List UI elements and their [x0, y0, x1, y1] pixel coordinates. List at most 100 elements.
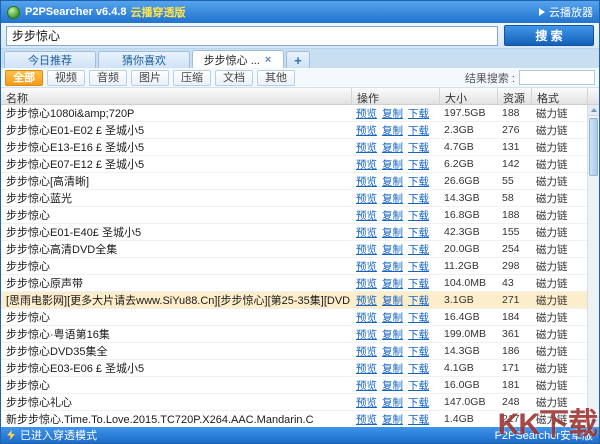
filter-button[interactable]: 压缩	[173, 70, 211, 86]
copy-link[interactable]: 复制	[382, 412, 403, 427]
preview-link[interactable]: 预览	[356, 276, 377, 291]
download-link[interactable]: 下载	[408, 395, 429, 410]
filter-button[interactable]: 视频	[47, 70, 85, 86]
tab[interactable]: 步步惊心 ... ×	[192, 50, 284, 68]
download-link[interactable]: 下载	[408, 361, 429, 376]
download-link[interactable]: 下载	[408, 140, 429, 155]
preview-link[interactable]: 预览	[356, 378, 377, 393]
table-row[interactable]: 步步惊心E01-E02 £ 圣城小5 预览 复制 下载 2.3GB 276 磁力…	[1, 122, 587, 139]
search-input[interactable]	[6, 26, 498, 46]
cloud-player-button[interactable]: 云播放器	[539, 4, 593, 20]
download-link[interactable]: 下载	[408, 157, 429, 172]
copy-link[interactable]: 复制	[382, 123, 403, 138]
copy-link[interactable]: 复制	[382, 191, 403, 206]
table-row[interactable]: 步步惊心礼心 预览 复制 下载 147.0GB 248 磁力链	[1, 394, 587, 411]
preview-link[interactable]: 预览	[356, 123, 377, 138]
copy-link[interactable]: 复制	[382, 174, 403, 189]
download-link[interactable]: 下载	[408, 106, 429, 121]
preview-link[interactable]: 预览	[356, 140, 377, 155]
scroll-down-arrow[interactable]	[588, 416, 599, 427]
preview-link[interactable]: 预览	[356, 174, 377, 189]
result-search-input[interactable]	[519, 70, 595, 85]
download-link[interactable]: 下载	[408, 208, 429, 223]
table-row[interactable]: 步步惊心 预览 复制 下载 16.4GB 184 磁力链	[1, 309, 587, 326]
table-row[interactable]: 步步惊心E07-E12 £ 圣城小5 预览 复制 下载 6.2GB 142 磁力…	[1, 156, 587, 173]
filter-button[interactable]: 音频	[89, 70, 127, 86]
header-resources[interactable]: 资源	[498, 88, 532, 104]
table-row[interactable]: 步步惊心·粤语第16集 预览 复制 下载 199.0MB 361 磁力链	[1, 326, 587, 343]
table-row[interactable]: [思雨电影网][更多大片请去www.SiYu88.Cn][步步惊心][第25-3…	[1, 292, 587, 309]
preview-link[interactable]: 预览	[356, 242, 377, 257]
download-link[interactable]: 下载	[408, 276, 429, 291]
preview-link[interactable]: 预览	[356, 259, 377, 274]
header-size[interactable]: 大小	[440, 88, 498, 104]
copy-link[interactable]: 复制	[382, 242, 403, 257]
scroll-thumb[interactable]	[589, 118, 598, 176]
table-row[interactable]: 步步惊心[高清晰] 预览 复制 下载 26.6GB 55 磁力链	[1, 173, 587, 190]
download-link[interactable]: 下载	[408, 191, 429, 206]
copy-link[interactable]: 复制	[382, 344, 403, 359]
preview-link[interactable]: 预览	[356, 412, 377, 427]
scroll-up-arrow[interactable]	[588, 105, 599, 116]
copy-link[interactable]: 复制	[382, 395, 403, 410]
copy-link[interactable]: 复制	[382, 310, 403, 325]
table-row[interactable]: 步步惊心E13-E16 £ 圣城小5 预览 复制 下载 4.7GB 131 磁力…	[1, 139, 587, 156]
download-link[interactable]: 下载	[408, 174, 429, 189]
copy-link[interactable]: 复制	[382, 140, 403, 155]
copy-link[interactable]: 复制	[382, 225, 403, 240]
vertical-scrollbar[interactable]	[587, 105, 599, 427]
filter-button[interactable]: 全部	[5, 70, 43, 86]
table-row[interactable]: 步步惊心DVD35集全 预览 复制 下载 14.3GB 186 磁力链	[1, 343, 587, 360]
header-actions[interactable]: 操作	[352, 88, 440, 104]
table-row[interactable]: 步步惊心蓝光 预览 复制 下载 14.3GB 58 磁力链	[1, 190, 587, 207]
header-name[interactable]: 名称	[1, 88, 352, 104]
filter-button[interactable]: 其他	[257, 70, 295, 86]
preview-link[interactable]: 预览	[356, 208, 377, 223]
preview-link[interactable]: 预览	[356, 344, 377, 359]
search-button[interactable]: 搜 索	[504, 25, 594, 46]
preview-link[interactable]: 预览	[356, 327, 377, 342]
copy-link[interactable]: 复制	[382, 259, 403, 274]
copy-link[interactable]: 复制	[382, 208, 403, 223]
preview-link[interactable]: 预览	[356, 106, 377, 121]
preview-link[interactable]: 预览	[356, 157, 377, 172]
table-row[interactable]: 步步惊心 预览 复制 下载 11.2GB 298 磁力链	[1, 258, 587, 275]
copy-link[interactable]: 复制	[382, 378, 403, 393]
table-row[interactable]: 步步惊心E01-E40£ 圣城小5 预览 复制 下载 42.3GB 155 磁力…	[1, 224, 587, 241]
copy-link[interactable]: 复制	[382, 361, 403, 376]
download-link[interactable]: 下载	[408, 242, 429, 257]
table-row[interactable]: 步步惊心高清DVD全集 预览 复制 下载 20.0GB 254 磁力链	[1, 241, 587, 258]
preview-link[interactable]: 预览	[356, 191, 377, 206]
table-row[interactable]: 步步惊心原声带 预览 复制 下载 104.0MB 43 磁力链	[1, 275, 587, 292]
new-tab-button[interactable]: +	[286, 51, 310, 68]
header-format[interactable]: 格式	[532, 88, 588, 104]
table-row[interactable]: 步步惊心 预览 复制 下载 16.8GB 188 磁力链	[1, 207, 587, 224]
copy-link[interactable]: 复制	[382, 327, 403, 342]
download-link[interactable]: 下载	[408, 259, 429, 274]
table-row[interactable]: 步步惊心 预览 复制 下载 16.0GB 181 磁力链	[1, 377, 587, 394]
filter-button[interactable]: 文档	[215, 70, 253, 86]
tab-close-icon[interactable]: ×	[264, 55, 272, 65]
preview-link[interactable]: 预览	[356, 225, 377, 240]
download-link[interactable]: 下载	[408, 293, 429, 308]
preview-link[interactable]: 预览	[356, 310, 377, 325]
preview-link[interactable]: 预览	[356, 395, 377, 410]
preview-link[interactable]: 预览	[356, 293, 377, 308]
table-row[interactable]: 步步惊心1080i&amp;720P 预览 复制 下载 197.5GB 188 …	[1, 105, 587, 122]
copy-link[interactable]: 复制	[382, 293, 403, 308]
copy-link[interactable]: 复制	[382, 106, 403, 121]
download-link[interactable]: 下载	[408, 327, 429, 342]
preview-link[interactable]: 预览	[356, 361, 377, 376]
download-link[interactable]: 下载	[408, 378, 429, 393]
table-row[interactable]: 新步步惊心.Time.To.Love.2015.TC720P.X264.AAC.…	[1, 411, 587, 427]
download-link[interactable]: 下载	[408, 310, 429, 325]
android-version-link[interactable]: P2PSearcher安卓版	[495, 427, 593, 443]
download-link[interactable]: 下载	[408, 225, 429, 240]
download-link[interactable]: 下载	[408, 123, 429, 138]
download-link[interactable]: 下载	[408, 412, 429, 427]
table-row[interactable]: 步步惊心E03-E06 £ 圣城小5 预览 复制 下载 4.1GB 171 磁力…	[1, 360, 587, 377]
tab[interactable]: 猜你喜欢 ×	[98, 51, 190, 68]
filter-button[interactable]: 图片	[131, 70, 169, 86]
copy-link[interactable]: 复制	[382, 157, 403, 172]
download-link[interactable]: 下载	[408, 344, 429, 359]
